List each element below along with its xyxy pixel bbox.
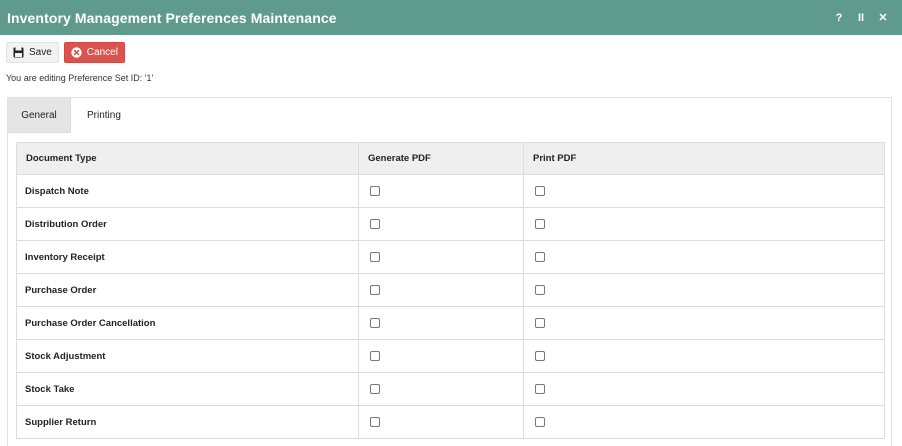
print-pdf-cell <box>523 306 885 340</box>
document-type-cell: Dispatch Note <box>16 174 359 208</box>
cancel-button[interactable]: Cancel <box>63 42 125 63</box>
generate-pdf-checkbox[interactable] <box>370 251 380 262</box>
print-pdf-cell <box>523 240 885 274</box>
document-type-cell: Distribution Order <box>16 207 359 241</box>
circle-x-icon <box>71 47 82 58</box>
preferences-panel: General Printing Document Type Generate … <box>7 97 892 446</box>
window-title: Inventory Management Preferences Mainten… <box>7 9 337 26</box>
floppy-disk-icon <box>13 47 24 58</box>
print-pdf-checkbox[interactable] <box>535 350 545 361</box>
table-row: Supplier Return <box>16 405 885 439</box>
table-row: Purchase Order <box>16 273 885 307</box>
print-pdf-cell <box>523 174 885 208</box>
print-pdf-checkbox[interactable] <box>535 185 545 196</box>
table-row: Stock Adjustment <box>16 339 885 373</box>
generate-pdf-checkbox[interactable] <box>370 350 380 361</box>
generate-pdf-checkbox[interactable] <box>370 383 380 394</box>
pause-button[interactable]: II <box>850 12 872 24</box>
generate-pdf-cell <box>358 207 524 241</box>
document-type-table: Document Type Generate PDF Print PDF Dis… <box>16 142 885 439</box>
tab-bar: General Printing <box>8 98 151 133</box>
generate-pdf-checkbox[interactable] <box>370 416 380 427</box>
table-row: Purchase Order Cancellation <box>16 306 885 340</box>
print-pdf-cell <box>523 339 885 373</box>
print-pdf-cell <box>523 405 885 439</box>
tab-general[interactable]: General <box>8 98 71 133</box>
print-pdf-cell <box>523 207 885 241</box>
save-button[interactable]: Save <box>6 42 59 63</box>
toolbar: Save Cancel <box>6 42 125 64</box>
title-bar: Inventory Management Preferences Mainten… <box>0 0 902 35</box>
tab-printing[interactable]: Printing <box>71 98 151 133</box>
generate-pdf-checkbox[interactable] <box>370 185 380 196</box>
generate-pdf-cell <box>358 372 524 406</box>
table-row: Inventory Receipt <box>16 240 885 274</box>
document-type-cell: Stock Adjustment <box>16 339 359 373</box>
generate-pdf-cell <box>358 339 524 373</box>
document-type-cell: Purchase Order <box>16 273 359 307</box>
print-pdf-checkbox[interactable] <box>535 251 545 262</box>
window-controls: ? II ✕ <box>828 0 894 35</box>
editing-message: You are editing Preference Set ID: '1' <box>6 73 154 83</box>
column-header-document-type: Document Type <box>16 142 359 175</box>
close-button[interactable]: ✕ <box>872 11 894 24</box>
print-pdf-checkbox[interactable] <box>535 218 545 229</box>
table-row: Distribution Order <box>16 207 885 241</box>
print-pdf-checkbox[interactable] <box>535 284 545 295</box>
save-label: Save <box>29 47 52 58</box>
help-button[interactable]: ? <box>828 12 850 24</box>
document-type-cell: Inventory Receipt <box>16 240 359 274</box>
print-pdf-checkbox[interactable] <box>535 317 545 328</box>
document-type-cell: Purchase Order Cancellation <box>16 306 359 340</box>
table-row: Stock Take <box>16 372 885 406</box>
print-pdf-checkbox[interactable] <box>535 416 545 427</box>
generate-pdf-checkbox[interactable] <box>370 317 380 328</box>
column-header-print-pdf: Print PDF <box>523 142 885 175</box>
print-pdf-checkbox[interactable] <box>535 383 545 394</box>
generate-pdf-cell <box>358 174 524 208</box>
document-type-cell: Supplier Return <box>16 405 359 439</box>
generate-pdf-checkbox[interactable] <box>370 218 380 229</box>
print-pdf-cell <box>523 273 885 307</box>
generate-pdf-cell <box>358 405 524 439</box>
document-type-cell: Stock Take <box>16 372 359 406</box>
generate-pdf-cell <box>358 306 524 340</box>
generate-pdf-cell <box>358 273 524 307</box>
generate-pdf-checkbox[interactable] <box>370 284 380 295</box>
column-header-generate-pdf: Generate PDF <box>358 142 524 175</box>
generate-pdf-cell <box>358 240 524 274</box>
cancel-label: Cancel <box>86 47 118 58</box>
table-header-row: Document Type Generate PDF Print PDF <box>16 142 885 175</box>
print-pdf-cell <box>523 372 885 406</box>
table-row: Dispatch Note <box>16 174 885 208</box>
